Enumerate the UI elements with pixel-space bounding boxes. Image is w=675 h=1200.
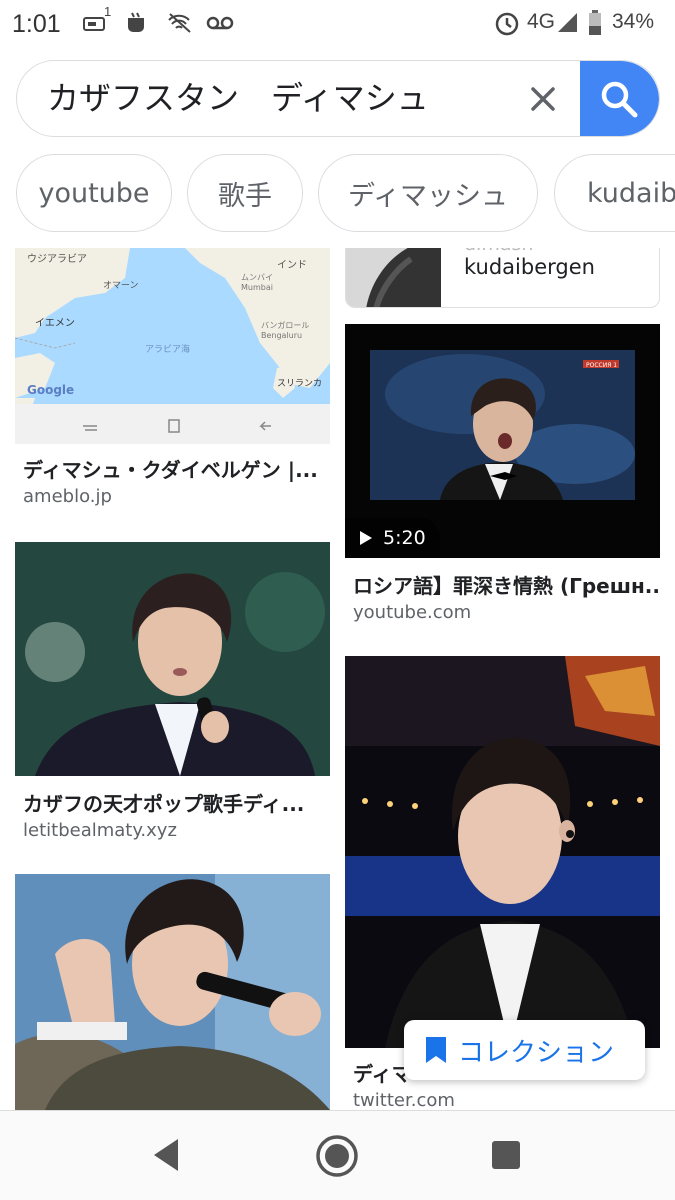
map-label: オマーン — [103, 280, 139, 291]
collection-label: コレクション — [458, 1037, 615, 1068]
singer-thumbnail — [15, 542, 330, 776]
collection-button[interactable]: コレクション — [404, 1020, 645, 1080]
search-icon — [601, 81, 638, 118]
battery-percent: 34% — [612, 10, 655, 33]
wifi-call-icon — [168, 13, 191, 33]
battery-icon — [589, 10, 601, 35]
result-card-partial[interactable]: dimash kudaibergen — [345, 248, 660, 308]
network-type: 4G — [527, 10, 556, 33]
back-icon[interactable] — [150, 1137, 182, 1173]
result-title: ディマシュ・クダイベルゲン |... — [23, 458, 318, 482]
partial-thumbnail — [346, 248, 441, 307]
result-card-singer-2[interactable] — [15, 874, 330, 1110]
result-card-video[interactable]: РОССИЯ 1 5:20 ロシア語】罪深き情熱 (Грешн... youtu… — [345, 324, 660, 624]
recents-icon[interactable] — [490, 1139, 522, 1171]
result-title: カザフの天才ポップ歌手ディ... — [23, 792, 305, 816]
image-results: dimash kudaibergen ウジアラビア インド オマーン ムンバイ … — [0, 248, 675, 1110]
map-label: Bengaluru — [261, 331, 302, 340]
play-icon — [360, 531, 372, 545]
chip-kudaibergen[interactable]: kudaibe — [554, 154, 675, 232]
partial-card-faded-text: dimash — [464, 248, 533, 255]
map-label: ムンバイ — [241, 273, 273, 282]
map-label: イエメン — [35, 318, 75, 329]
map-label: ウジアラビア — [27, 253, 87, 265]
status-bar: 1:01 1 4G 34% — [0, 0, 675, 48]
search-button[interactable] — [580, 61, 659, 136]
clear-search-icon[interactable] — [525, 81, 561, 117]
bookmark-icon — [426, 1037, 446, 1063]
search-input[interactable] — [47, 77, 507, 115]
suggestion-chips: youtube 歌手 ディマッシュ kudaibe — [0, 154, 675, 232]
alarm-icon — [495, 12, 519, 36]
result-title: ロシア語】罪深き情熱 (Грешн... — [353, 574, 658, 598]
stage-thumbnail — [345, 656, 660, 1048]
singer-thumbnail-2 — [15, 874, 330, 1110]
notification-count: 1 — [104, 4, 112, 19]
search-bar — [16, 60, 660, 137]
home-icon[interactable] — [314, 1133, 360, 1179]
chip-dimash[interactable]: ディマッシュ — [318, 154, 538, 232]
result-source: twitter.com — [353, 1090, 455, 1110]
result-card-singer[interactable]: カザフの天才ポップ歌手ディ... letitbealmaty.xyz — [15, 542, 330, 842]
map-label: アラビア海 — [145, 343, 190, 355]
map-thumbnail: ウジアラビア インド オマーン ムンバイ Mumbai イエメン バンガロール … — [15, 248, 330, 444]
cup-icon — [128, 12, 144, 32]
video-duration-badge: 5:20 — [345, 518, 440, 558]
result-source: ameblo.jp — [23, 486, 112, 507]
map-label: バンガロール — [261, 320, 309, 330]
map-label: スリランカ — [277, 378, 322, 389]
voicemail-icon — [206, 16, 234, 30]
status-time: 1:01 — [12, 10, 61, 38]
signal-icon — [558, 13, 577, 32]
map-label: インド — [277, 260, 307, 271]
chip-singer[interactable]: 歌手 — [187, 154, 303, 232]
result-source: youtube.com — [353, 602, 472, 623]
result-source: letitbealmaty.xyz — [23, 820, 177, 841]
video-duration: 5:20 — [383, 527, 426, 549]
result-card-map[interactable]: ウジアラビア インド オマーン ムンバイ Mumbai イエメン バンガロール … — [15, 248, 330, 518]
google-logo: Google — [27, 383, 74, 397]
partial-card-title: kudaibergen — [464, 255, 595, 279]
chip-youtube[interactable]: youtube — [16, 154, 172, 232]
video-thumbnail: РОССИЯ 1 5:20 — [345, 324, 660, 558]
channel-logo-text: РОССИЯ 1 — [586, 362, 617, 369]
map-label: Mumbai — [241, 283, 273, 292]
system-nav-bar — [0, 1110, 675, 1200]
